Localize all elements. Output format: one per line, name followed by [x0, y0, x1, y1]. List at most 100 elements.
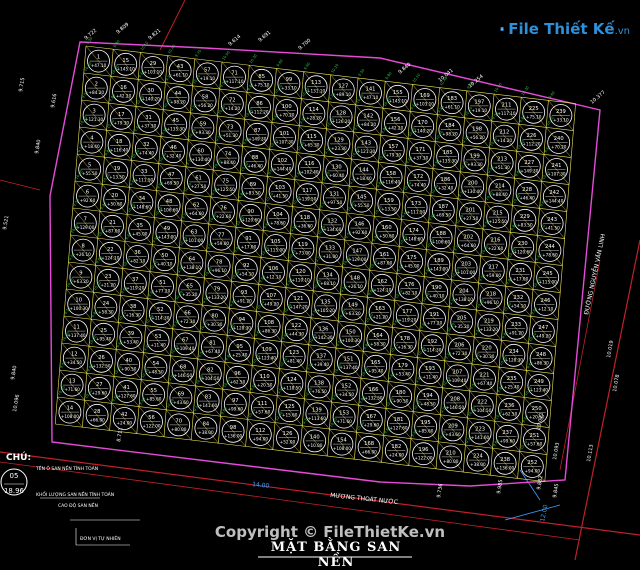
cell-number: 229 [520, 214, 530, 220]
cell-number: 83 [205, 395, 212, 401]
cell-volume: +99.60 [500, 438, 516, 443]
cell-number: 113 [311, 80, 321, 86]
cell-volume: +21.20 [100, 282, 116, 287]
cell-volume: +116.40 [110, 147, 128, 152]
cell-number: 161 [380, 252, 390, 258]
cell-number: 110 [260, 374, 270, 380]
cell-number: 6 [86, 190, 89, 196]
cell-number: 219 [484, 319, 494, 325]
cell-number: 139 [312, 407, 322, 413]
cell-number: 9 [79, 271, 82, 277]
cell-volume: +66.00 [89, 417, 105, 422]
cell-volume: +11.40 [150, 343, 166, 348]
cell-volume: +143.00 [430, 267, 448, 272]
cell-volume: +127.60 [117, 394, 135, 399]
cell-volume: +14.20 [497, 138, 513, 143]
cell-number: 48 [166, 199, 173, 205]
cell-number: 2 [95, 82, 98, 88]
cell-volume: +52.00 [280, 440, 296, 445]
cell-number: 137 [316, 353, 326, 359]
cell-volume: +79.30 [386, 152, 402, 157]
cell-volume: +35.20 [454, 324, 470, 329]
cell-number: 193 [425, 366, 435, 372]
cell-volume: +38.00 [470, 462, 486, 467]
cell-volume: +26.10 [75, 252, 91, 257]
cell-number: 47 [168, 172, 175, 178]
cell-volume: +72.30 [180, 319, 196, 324]
cell-number: 49 [164, 226, 171, 232]
file-logo-icon [500, 17, 504, 41]
cell-number: 235 [507, 376, 517, 382]
cell-volume: +35.20 [182, 292, 198, 297]
cell-volume: +133.20 [480, 327, 498, 332]
cell-number: 33 [141, 169, 148, 175]
cell-volume: +33.10 [281, 86, 297, 91]
cell-volume: +89.10 [336, 92, 352, 97]
cell-volume: +38.00 [198, 430, 214, 435]
cell-number: 195 [421, 420, 431, 426]
cell-number: 124 [287, 377, 298, 383]
cell-number: 77 [218, 233, 225, 239]
cell-number: 180 [396, 390, 406, 396]
cell-volume: +43.60 [173, 400, 189, 405]
cell-number: 220 [482, 346, 492, 352]
cell-number: 231 [516, 268, 526, 274]
cell-number: 93 [241, 290, 248, 296]
cell-number: 57 [204, 67, 211, 73]
cell-volume: +22.60 [488, 246, 504, 251]
cell-number: 28 [94, 409, 101, 415]
cell-number: 199 [470, 153, 480, 159]
cell-number: 125 [285, 404, 295, 410]
cell-volume: +93.30 [467, 162, 483, 167]
cell-number: 53 [155, 334, 162, 340]
cell-number: 66 [184, 310, 191, 316]
cell-volume: +87.00 [377, 260, 393, 265]
cell-number: 94 [239, 317, 246, 323]
cell-volume: +40.10 [157, 262, 173, 267]
cell-volume: +63.20 [73, 279, 89, 284]
site-logo: File Thiết Kế.vn [500, 12, 630, 46]
cell-number: 169 [420, 93, 430, 99]
cell-number: 126 [283, 431, 293, 437]
cell-volume: +49.20 [536, 334, 552, 339]
cell-number: 172 [413, 174, 423, 180]
cell-number: 54 [153, 361, 160, 367]
cell-volume: +17.00 [513, 276, 529, 281]
cell-number: 201 [466, 207, 476, 213]
cell-volume: +37.30 [141, 124, 157, 129]
cell-volume: +100.30 [70, 306, 88, 311]
cell-volume: +78.60 [270, 221, 286, 226]
cell-number: 176 [405, 282, 415, 288]
cell-volume: +29.60 [364, 422, 380, 427]
cell-number: 38 [130, 304, 137, 310]
cell-volume: +47.10 [363, 95, 379, 100]
cell-number: 181 [394, 417, 404, 423]
cell-volume: +21.20 [372, 314, 388, 319]
cell-number: 114 [309, 107, 320, 113]
cell-volume: +77.20 [155, 289, 171, 294]
cell-volume: +57.60 [255, 410, 271, 415]
cell-number: 119 [298, 242, 308, 248]
cell-number: 95 [236, 344, 243, 350]
cell-number: 40 [125, 358, 132, 364]
cell-volume: +57.60 [527, 442, 543, 447]
cell-volume: +127.60 [389, 426, 407, 431]
cell-volume: +75.10 [254, 82, 270, 87]
cell-number: 51 [159, 280, 166, 286]
cell-volume: +56.20 [197, 103, 213, 108]
cell-number: 3 [92, 109, 95, 115]
cell-volume: +33.10 [553, 118, 569, 123]
cell-volume: +122.00 [142, 424, 160, 429]
cell-volume: +70.20 [279, 113, 295, 118]
cell-volume: +141.60 [471, 435, 489, 440]
cell-volume: +62.50 [502, 411, 518, 416]
cell-number: 226 [527, 133, 537, 139]
cell-number: 216 [491, 238, 501, 244]
cell-volume: +12.10 [538, 307, 554, 312]
cell-volume: +46.40 [519, 195, 535, 200]
copyright-watermark: Copyright © FileThietKe.vn [180, 523, 480, 541]
cell-volume: +30.30 [207, 322, 223, 327]
cell-number: 213 [497, 157, 507, 163]
cell-volume: +79.30 [114, 120, 130, 125]
cell-number: 55 [150, 388, 157, 394]
